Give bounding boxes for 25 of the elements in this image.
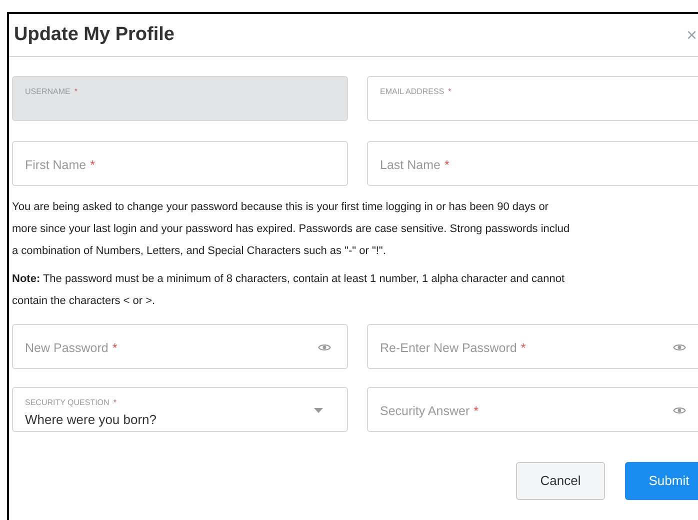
required-mark: * — [90, 158, 95, 172]
required-mark: * — [112, 341, 118, 355]
close-button[interactable]: × — [686, 26, 697, 44]
security-question-select[interactable]: SECURITY QUESTION * Where were you born? — [12, 387, 348, 432]
input-field[interactable]: Security Answer * — [367, 387, 698, 432]
password-note: Note: The password must be a minimum of 8 characters, contain at least 1 number, 1 alpha character and cannot contain the characters < or >. — [12, 272, 566, 309]
eye-icon[interactable] — [673, 343, 686, 352]
input-field[interactable]: Re-Enter New Password * — [367, 324, 698, 369]
input-field[interactable]: Last Name * — [367, 141, 698, 186]
cancel-button[interactable]: Cancel — [516, 462, 605, 500]
dropdown-caret-icon[interactable] — [314, 408, 323, 413]
password-info-paragraph: You are being asked to change your password because this is your first time logging in or has been 90 days or more since your last login and your password has expired. Passwords are case sensitive. Strong passwords includ a combination of Numbers, Letters, and Special Characters such as "-" or "!". — [12, 200, 571, 259]
input-field[interactable]: EMAIL ADDRESS * — [367, 76, 698, 121]
dialog-title: Update My Profile — [14, 22, 174, 47]
required-mark: * — [474, 404, 478, 418]
eye-icon[interactable] — [318, 343, 331, 352]
required-mark: * — [520, 341, 526, 355]
required-mark: * — [113, 398, 116, 407]
submit-button[interactable]: Submit — [625, 462, 698, 500]
input-field[interactable]: New Password * — [12, 324, 348, 369]
required-mark: * — [444, 158, 450, 172]
required-mark: * — [74, 87, 78, 96]
required-mark: * — [448, 87, 452, 96]
eye-icon[interactable] — [673, 406, 686, 415]
input-field[interactable]: First Name * — [12, 141, 348, 186]
